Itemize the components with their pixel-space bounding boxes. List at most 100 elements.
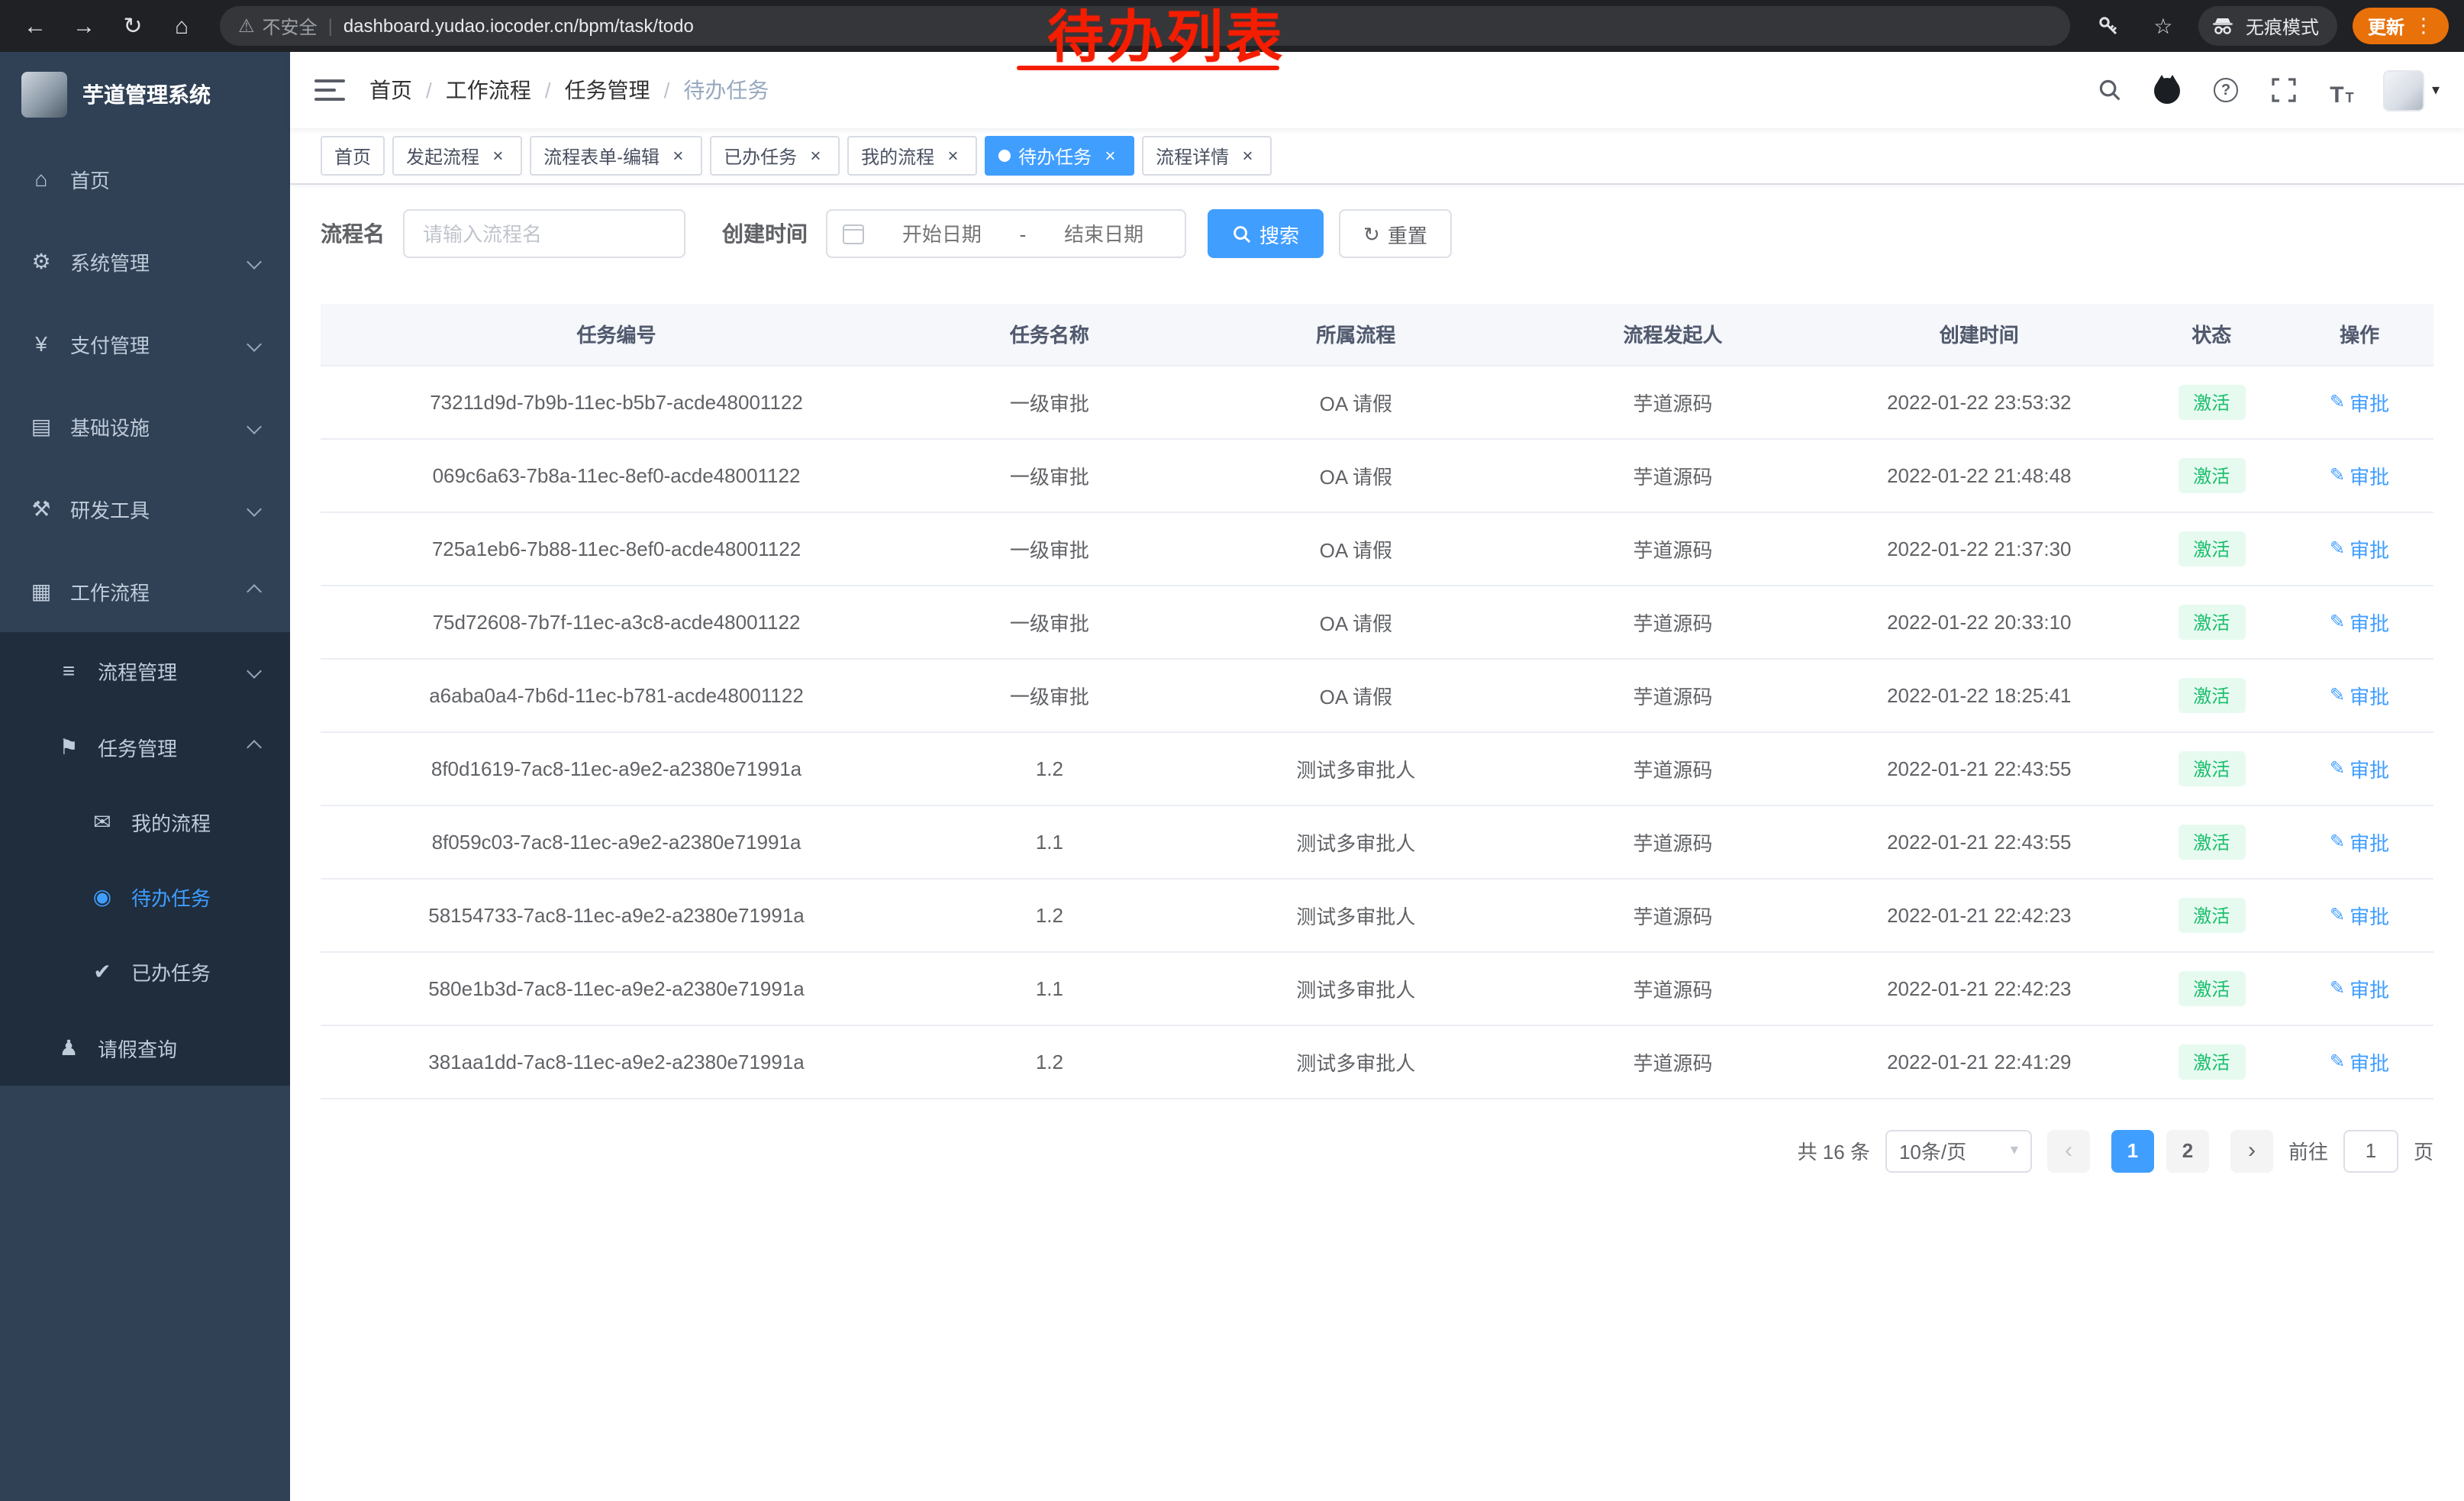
sidebar-item-流程管理[interactable]: ≡流程管理 [0,632,290,709]
close-icon[interactable]: × [942,145,963,166]
sidebar-item-label: 请假查询 [98,1033,177,1062]
audit-link[interactable]: ✎审批 [2330,607,2389,636]
task-id-cell: 75d72608-7b7f-11ec-a3c8-acde48001122 [321,585,912,658]
sidebar-item-支付管理[interactable]: ¥支付管理 [0,302,290,385]
table-row: 725a1eb6-7b88-11ec-8ef0-acde48001122一级审批… [321,512,2433,585]
sidebar-item-研发工具[interactable]: ⚒研发工具 [0,467,290,550]
close-icon[interactable]: × [1237,145,1258,166]
date-range-picker[interactable]: - [826,209,1186,258]
fullscreen-icon[interactable] [2267,73,2301,107]
browser-back-icon[interactable]: ← [15,6,55,46]
help-link[interactable]: ? [2209,73,2243,107]
process-cell: OA 请假 [1187,438,1525,512]
tab-流程表单-编辑[interactable]: 流程表单-编辑× [530,136,702,176]
chevron-down-icon [247,336,262,351]
browser-update-button[interactable]: 更新 ⋮ [2353,8,2449,44]
incognito-icon [2211,14,2235,38]
not-secure-label: 不安全 [263,13,318,39]
process-cell: OA 请假 [1187,585,1525,658]
tab-待办任务[interactable]: 待办任务× [985,136,1134,176]
sidebar-item-待办任务[interactable]: ◉待办任务 [0,860,290,934]
app-logo[interactable]: 芋道管理系统 [0,52,290,137]
audit-link[interactable]: ✎审批 [2330,387,2389,416]
tab-已办任务[interactable]: 已办任务× [710,136,840,176]
incognito-indicator[interactable]: 无痕模式 [2198,6,2337,46]
action-cell: ✎审批 [2285,951,2433,1025]
browser-home-icon[interactable]: ⌂ [162,6,202,46]
audit-link[interactable]: ✎审批 [2330,1047,2389,1076]
close-icon[interactable]: × [1099,145,1121,166]
browser-menu-icon[interactable]: ⋮ [2414,14,2433,38]
goto-page-input[interactable] [2343,1129,2398,1172]
sidebar-item-已办任务[interactable]: ✔已办任务 [0,934,290,1009]
tab-label: 我的流程 [861,143,934,169]
task-name-cell: 1.2 [912,878,1187,951]
breadcrumb-separator: / [545,78,551,102]
close-icon[interactable]: × [487,145,508,166]
incognito-label: 无痕模式 [2246,13,2319,39]
audit-link[interactable]: ✎审批 [2330,900,2389,929]
close-icon[interactable]: × [667,145,689,166]
audit-link[interactable]: ✎审批 [2330,754,2389,783]
task-name-cell: 一级审批 [912,365,1187,438]
sidebar-item-首页[interactable]: ⌂首页 [0,137,290,220]
page-button-2[interactable]: 2 [2166,1129,2209,1172]
initiator-cell: 芋道源码 [1525,585,1821,658]
sidebar-item-请假查询[interactable]: ♟请假查询 [0,1009,290,1086]
workflow-icon: ▦ [27,578,55,604]
search-button[interactable]: 搜索 [1208,209,1324,258]
task-name-cell: 1.1 [912,951,1187,1025]
start-date-input[interactable] [876,222,1008,245]
task-id-cell: a6aba0a4-7b6d-11ec-b781-acde48001122 [321,658,912,731]
sidebar-item-基础设施[interactable]: ▤基础设施 [0,385,290,467]
chat-bubble-icon: ✉ [89,809,116,835]
bookmark-star-icon[interactable]: ☆ [2143,6,2183,46]
sidebar-menu: ⌂首页⚙系统管理¥支付管理▤基础设施⚒研发工具▦工作流程≡流程管理⚑任务管理✉我… [0,137,290,1501]
audit-link[interactable]: ✎审批 [2330,680,2389,709]
sidebar-collapse-icon[interactable] [314,79,345,101]
next-page-button[interactable]: › [2230,1129,2273,1172]
table-row: 75d72608-7b7f-11ec-a3c8-acde48001122一级审批… [321,585,2433,658]
process-name-label: 流程名 [321,218,385,249]
sidebar-item-任务管理[interactable]: ⚑任务管理 [0,709,290,785]
prev-page-button[interactable]: ‹ [2047,1129,2090,1172]
user-menu[interactable]: ▾ [2383,69,2440,111]
initiator-cell: 芋道源码 [1525,438,1821,512]
tab-流程详情[interactable]: 流程详情× [1142,136,1272,176]
process-name-input[interactable] [403,209,685,258]
check-icon: ✔ [89,959,116,985]
top-navbar: 首页/工作流程/任务管理/待办任务 ? TT ▾ [290,52,2464,128]
annotation-text: 待办列表 [1047,9,1285,66]
sidebar-item-我的流程[interactable]: ✉我的流程 [0,785,290,860]
tab-发起流程[interactable]: 发起流程× [392,136,522,176]
password-key-icon[interactable] [2088,6,2128,46]
page-button-1[interactable]: 1 [2111,1129,2154,1172]
search-icon[interactable] [2093,73,2127,107]
close-icon[interactable]: × [805,145,826,166]
page-size-select[interactable]: 10条/页 ▾ [1885,1129,2032,1172]
tab-首页[interactable]: 首页 [321,136,385,176]
tab-我的流程[interactable]: 我的流程 × [847,136,977,176]
audit-link[interactable]: ✎审批 [2330,827,2389,856]
breadcrumb-item-工作流程[interactable]: 工作流程 [446,75,531,105]
sidebar-item-系统管理[interactable]: ⚙系统管理 [0,220,290,302]
end-date-input[interactable] [1038,222,1169,245]
created-time-cell: 2022-01-22 18:25:41 [1821,658,2137,731]
task-id-cell: 8f0d1619-7ac8-11ec-a9e2-a2380e71991a [321,731,912,805]
breadcrumb-item-任务管理[interactable]: 任务管理 [565,75,650,105]
audit-link[interactable]: ✎审批 [2330,973,2389,1002]
sidebar-item-工作流程[interactable]: ▦工作流程 [0,550,290,632]
url-text: dashboard.yudao.iocoder.cn/bpm/task/todo [343,15,694,37]
audit-link[interactable]: ✎审批 [2330,460,2389,489]
breadcrumb-item-首页[interactable]: 首页 [369,75,412,105]
github-link[interactable] [2151,73,2185,107]
reset-button[interactable]: ↻ 重置 [1339,209,1452,258]
audit-label: 审批 [2350,754,2389,783]
action-cell: ✎审批 [2285,438,2433,512]
audit-link[interactable]: ✎审批 [2330,534,2389,563]
initiator-cell: 芋道源码 [1525,805,1821,878]
browser-forward-icon[interactable]: → [64,6,104,46]
not-secure-indicator[interactable]: ⚠ 不安全 [238,13,318,39]
browser-reload-icon[interactable]: ↻ [113,6,153,46]
font-size-icon[interactable]: TT [2325,73,2359,107]
